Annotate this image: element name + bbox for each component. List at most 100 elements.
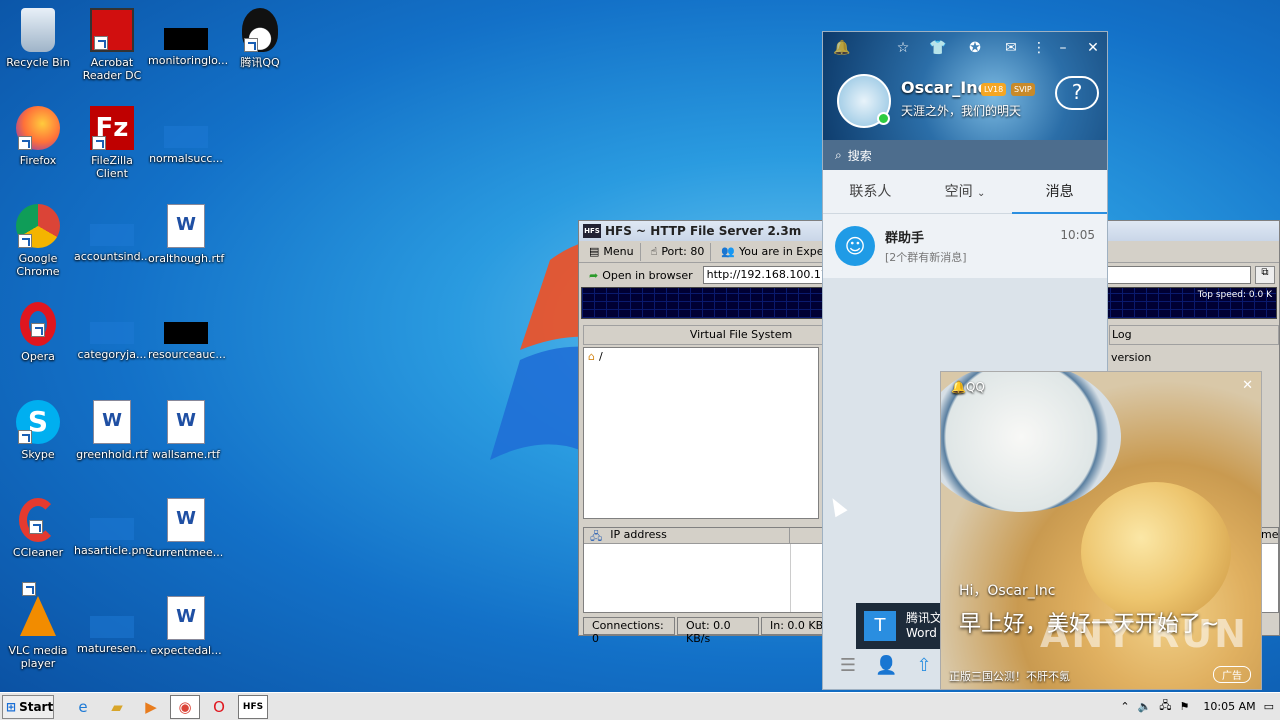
tray-expand-icon[interactable]: ⌃	[1120, 700, 1129, 713]
ip-address-header-label: IP address	[610, 528, 667, 541]
desktop-icon-label: currentmee...	[148, 546, 224, 559]
add-friend-icon[interactable]: 👤	[875, 655, 897, 677]
desktop-icon-greenhold[interactable]: W greenhold.rtf	[74, 400, 150, 461]
desktop-icon-acrobat[interactable]: Acrobat Reader DC	[74, 8, 150, 82]
tooltip-line2: Word	[906, 626, 937, 640]
ip-address-column-header[interactable]: 🖧 IP address	[584, 528, 790, 543]
vfs-root-item[interactable]: ⌂ /	[584, 348, 818, 365]
hfs-logo-icon: HFS	[583, 224, 601, 238]
copy-url-button[interactable]: ⧉	[1255, 266, 1275, 284]
desktop-icon-currentmee[interactable]: W currentmee...	[148, 498, 224, 559]
network-icon[interactable]: 🖧	[1159, 697, 1171, 716]
search-placeholder: 搜索	[847, 148, 872, 163]
vfs-tree[interactable]: ⌂ /	[583, 347, 819, 519]
show-desktop-icon[interactable]: ▭	[1264, 700, 1274, 713]
shortcut-arrow-icon	[18, 136, 32, 150]
online-status-icon[interactable]	[877, 112, 890, 125]
hfs-title: HFS ~ HTTP File Server 2.3m	[605, 224, 802, 238]
desktop-icon-label: oralthough.rtf	[148, 252, 225, 265]
ad-greeting: Hi，Oscar_Inc	[959, 583, 1056, 599]
desktop-icon-label: Acrobat Reader DC	[82, 56, 142, 82]
search-icon: ⌕	[835, 147, 842, 162]
desktop-icon-wallsame[interactable]: W wallsame.rtf	[148, 400, 224, 461]
ccleaner-icon	[19, 498, 57, 542]
word-document-icon: W	[167, 596, 205, 640]
ad-footer[interactable]: 正版三国公测！不肝不氪	[949, 668, 1070, 684]
open-in-browser-button[interactable]: ➦ Open in browser	[583, 266, 699, 284]
level-badge[interactable]: LV18	[981, 83, 1007, 96]
vlc-cone-icon	[20, 582, 56, 636]
taskbar-ie-icon[interactable]: e	[68, 695, 98, 719]
desktop-icon-recycle-bin[interactable]: Recycle Bin	[0, 8, 76, 69]
shortcut-arrow-icon	[244, 38, 258, 52]
desktop-icon-filezilla[interactable]: Fz FileZilla Client	[74, 106, 150, 180]
minimize-icon[interactable]: –	[1055, 40, 1071, 56]
menu-button[interactable]: ▤ Menu	[583, 242, 641, 261]
tencent-docs-icon[interactable]: ⇧	[913, 655, 935, 677]
start-button[interactable]: ⊞ Start	[2, 694, 54, 719]
close-icon[interactable]: ✕	[1085, 40, 1101, 56]
desktop-icon-label: Recycle Bin	[6, 56, 70, 69]
desktop-icon-label: resourceauc...	[148, 348, 226, 361]
desktop-icon-monitoringlo[interactable]: monitoringlo...	[148, 8, 228, 67]
desktop-icon-vlc[interactable]: VLC media player	[0, 582, 76, 670]
taskbar-chrome-icon[interactable]: ◉	[170, 694, 200, 719]
log-header[interactable]: Log	[1109, 325, 1279, 345]
ad-close-icon[interactable]: ✕	[1242, 378, 1253, 393]
weather-cloud-icon[interactable]: ?	[1055, 76, 1099, 110]
mail-icon[interactable]: ✉	[1003, 40, 1019, 56]
desktop-icon-label: expectedal...	[150, 644, 222, 657]
medal-icon[interactable]: ✪	[967, 40, 983, 56]
flag-icon[interactable]: ⚑	[1180, 700, 1190, 713]
qq-motto[interactable]: 天涯之外，我们的明天	[901, 102, 1021, 119]
desktop-icon-resourceauc[interactable]: resourceauc...	[148, 302, 226, 361]
taskbar-explorer-icon[interactable]: ▰	[102, 695, 132, 719]
home-icon: ⌂	[588, 350, 595, 363]
desktop-icon-label: normalsucc...	[149, 152, 223, 165]
status-out: Out: 0.0 KB/s	[677, 617, 759, 645]
desktop-icon-firefox[interactable]: Firefox	[0, 106, 76, 167]
tab-space[interactable]: 空间 ⌄	[918, 170, 1013, 214]
vip-badge[interactable]: SVIP	[1011, 83, 1035, 96]
volume-icon[interactable]: 🔈	[1138, 700, 1152, 713]
desktop-icon-opera[interactable]: Opera	[0, 302, 76, 363]
vfs-root-label: /	[598, 350, 603, 363]
file-icon	[164, 322, 208, 344]
shirt-icon[interactable]: 👕	[929, 40, 946, 56]
word-document-icon: W	[167, 400, 205, 444]
desktop-icon-chrome[interactable]: Google Chrome	[0, 204, 76, 278]
desktop-icon-oralthough[interactable]: W oralthough.rtf	[148, 204, 224, 265]
main-menu-icon[interactable]: ☰	[837, 655, 859, 677]
desktop-icon-maturesen[interactable]: maturesen...	[74, 596, 150, 655]
tab-contacts[interactable]: 联系人	[823, 170, 918, 214]
file-icon	[164, 28, 208, 50]
qq-title-bar[interactable]: 🔔 ☆ 👕 ✪ ✉ ⋮ – ✕	[823, 38, 1107, 58]
taskbar-hfs-icon[interactable]: HFS	[238, 694, 268, 719]
desktop-icon-label: FileZilla Client	[91, 154, 133, 180]
tab-messages[interactable]: 消息	[1012, 170, 1107, 214]
desktop-icon-qq[interactable]: 腾讯QQ	[222, 8, 298, 69]
desktop-icon-accountsind[interactable]: accountsind...	[74, 204, 151, 263]
qq-search-bar[interactable]: ⌕ 搜索	[823, 140, 1107, 170]
desktop-icon-ccleaner[interactable]: CCleaner	[0, 498, 76, 559]
star-icon[interactable]: ☆	[895, 40, 911, 56]
desktop-icon-expectedal[interactable]: W expectedal...	[148, 596, 224, 657]
acrobat-icon	[90, 8, 134, 52]
qq-username[interactable]: Oscar_Inc	[901, 78, 987, 97]
desktop-icon-hasarticle[interactable]: hasarticle.png	[74, 498, 152, 557]
more-icon[interactable]: ⋮	[1031, 40, 1047, 56]
desktop-icon-skype[interactable]: S Skype	[0, 400, 76, 461]
file-icon	[90, 616, 134, 638]
taskbar-media-player-icon[interactable]: ▶	[136, 695, 166, 719]
mode-label: You are in Expe	[739, 245, 824, 258]
desktop-icon-normalsucc[interactable]: normalsucc...	[148, 106, 224, 165]
mode-button[interactable]: 👥 You are in Expe	[715, 243, 829, 261]
taskbar-opera-icon[interactable]: O	[204, 695, 234, 719]
clock[interactable]: 10:05 AM	[1203, 700, 1255, 713]
port-button[interactable]: ☝ Port: 80	[645, 242, 712, 261]
port-icon: ☝	[650, 245, 658, 258]
conversation-item[interactable]: ☺ 群助手 [2个群有新消息]	[823, 214, 1107, 278]
desktop-icon-categoryja[interactable]: categoryja...	[74, 302, 150, 361]
word-document-icon: W	[93, 400, 131, 444]
ad-brand-label: QQ	[965, 380, 985, 394]
